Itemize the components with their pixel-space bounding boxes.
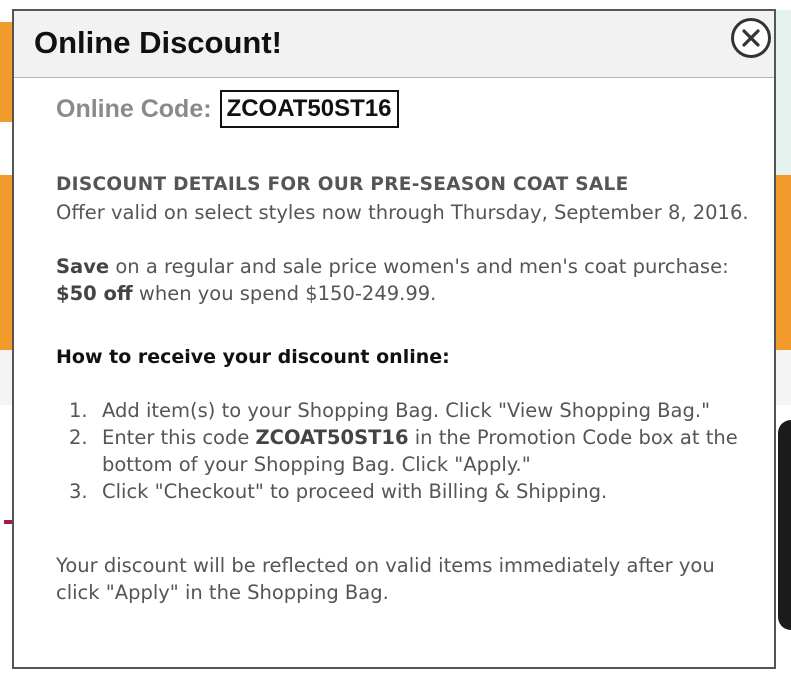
how-to-heading: How to receive your discount online:	[56, 346, 450, 368]
step-text: Add item(s) to your Shopping Bag. Click …	[102, 399, 711, 422]
save-description: Save on a regular and sale price women's…	[56, 253, 756, 307]
background-banner-fragment	[776, 175, 791, 350]
step-promo-code: ZCOAT50ST16	[255, 426, 409, 449]
amount-off: $50 off	[56, 282, 133, 305]
modal-title: Online Discount!	[34, 25, 282, 60]
save-text: on a regular and sale price women's and …	[109, 255, 729, 278]
online-code-row: Online Code: ZCOAT50ST16	[56, 89, 756, 129]
save-word: Save	[56, 255, 110, 278]
background-dark-graphic	[778, 420, 791, 630]
step-number: 2.	[69, 426, 88, 449]
close-button[interactable]	[731, 18, 771, 58]
discount-details-heading: DISCOUNT DETAILS FOR OUR PRE-SEASON COAT…	[56, 174, 629, 195]
step-item: 3. Click "Checkout" to proceed with Bill…	[56, 478, 756, 505]
footer-note: Your discount will be reflected on valid…	[56, 554, 715, 604]
discount-modal: Online Discount! Online Code: ZCOAT50ST1…	[12, 9, 776, 669]
offer-validity-text: Offer valid on select styles now through…	[56, 201, 749, 224]
step-item: 2. Enter this code ZCOAT50ST16 in the Pr…	[56, 424, 756, 478]
instruction-steps: 1. Add item(s) to your Shopping Bag. Cli…	[56, 397, 756, 505]
step-text-pre: Enter this code	[102, 426, 256, 449]
step-number: 3.	[69, 480, 88, 503]
step-item: 1. Add item(s) to your Shopping Bag. Cli…	[56, 397, 756, 424]
step-text: Enter this code ZCOAT50ST16 in the Promo…	[102, 424, 756, 478]
amount-text: when you spend $150-249.99.	[132, 282, 437, 305]
close-x-circle-icon	[742, 29, 760, 47]
background-strip	[776, 350, 791, 405]
online-code-value[interactable]: ZCOAT50ST16	[219, 90, 399, 128]
online-code-label: Online Code:	[56, 94, 212, 123]
step-text: Click "Checkout" to proceed with Billing…	[102, 480, 608, 503]
modal-content: Online Code: ZCOAT50ST16 DISCOUNT DETAIL…	[56, 89, 756, 606]
step-number: 1.	[69, 399, 88, 422]
modal-header: Online Discount!	[14, 11, 774, 78]
background-image-fragment	[776, 10, 791, 175]
